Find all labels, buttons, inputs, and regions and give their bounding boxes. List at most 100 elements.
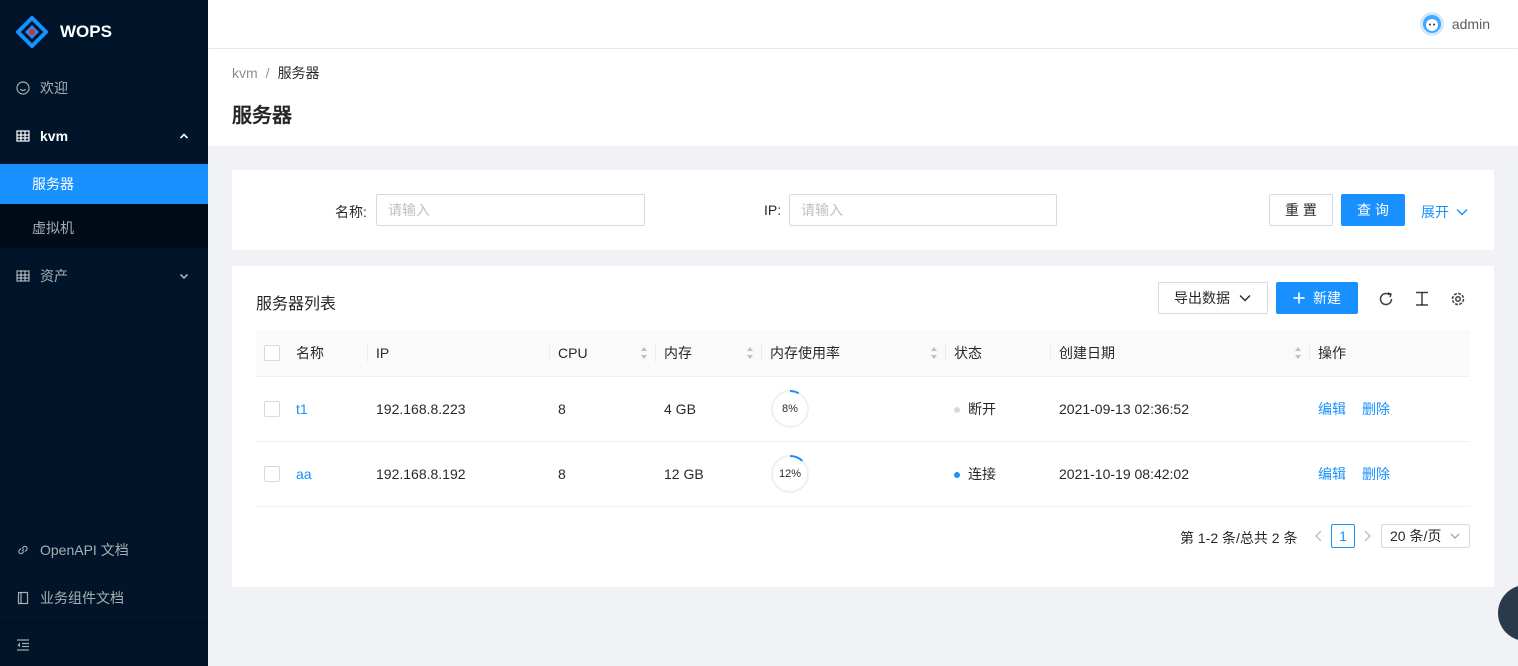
column-height-icon[interactable] [1413,290,1431,308]
sidebar-item-label: 虚拟机 [32,220,74,236]
sidebar-item-server[interactable]: 服务器 [0,164,208,204]
breadcrumb-parent[interactable]: kvm [232,65,258,81]
sidebar-item-label: 服务器 [32,176,74,192]
sort-icon[interactable] [1294,346,1302,360]
expand-toggle[interactable]: 展开 [1421,202,1469,222]
table-row: aa 192.168.8.192 8 12 GB 12% 连接 2021-10-… [256,441,1470,507]
sidebar-item-component-docs[interactable]: 业务组件文档 [0,574,208,622]
ip-cell: 192.168.8.192 [368,441,550,507]
floating-help-button[interactable] [1498,585,1518,641]
new-label: 新建 [1313,290,1341,306]
column-header-mem-usage[interactable]: 内存使用率 [762,330,946,377]
reset-button[interactable]: 重 置 [1269,194,1333,226]
name-field-label: 名称: [335,204,367,220]
ip-cell: 192.168.8.223 [368,376,550,442]
prev-page-icon[interactable] [1314,530,1324,542]
column-header-cpu[interactable]: CPU [550,330,656,377]
server-table: 名称 IP CPU 内存 内存使用率 状态 创建日期 操作 t1 192.168… [256,330,1470,507]
table-icon [16,269,30,283]
sidebar: WOPS 欢迎 kvm 服务器 虚拟机 资产 OpenAPI 文档 业务组件文档 [0,0,208,666]
breadcrumb-separator: / [265,65,270,81]
sidebar-item-welcome[interactable]: 欢迎 [0,64,208,112]
sidebar-item-label: 欢迎 [40,80,68,96]
username[interactable]: admin [1452,16,1490,32]
column-header-memory[interactable]: 内存 [656,330,762,377]
chevron-down-icon [1450,533,1460,539]
row-checkbox[interactable] [264,401,280,418]
mem-usage-progress: 8% [770,389,810,429]
row-checkbox[interactable] [264,466,280,483]
page-number-current[interactable]: 1 [1331,524,1355,548]
export-data-button[interactable]: 导出数据 [1158,282,1268,314]
query-button[interactable]: 查 询 [1341,194,1405,226]
chevron-down-icon [179,273,189,280]
column-header-status: 状态 [946,330,1051,377]
edit-link[interactable]: 编辑 [1318,401,1346,417]
next-page-icon[interactable] [1362,530,1372,542]
server-name-link[interactable]: t1 [296,401,308,417]
logo[interactable]: WOPS [0,0,208,64]
avatar[interactable] [1419,12,1444,36]
sort-icon[interactable] [640,346,648,360]
sort-icon[interactable] [746,346,754,360]
breadcrumb-current: 服务器 [277,65,320,81]
server-name-link[interactable]: aa [296,466,312,482]
setting-icon[interactable] [1449,290,1467,308]
top-header: admin [208,0,1518,48]
page-title: 服务器 [232,105,292,127]
sidebar-item-label: 业务组件文档 [40,590,124,606]
sidebar-item-label: OpenAPI 文档 [40,542,129,558]
plus-icon [1293,292,1305,304]
smile-icon [16,81,30,95]
export-label: 导出数据 [1174,290,1230,306]
created-cell: 2021-10-19 08:42:02 [1051,441,1310,507]
sidebar-item-vm[interactable]: 虚拟机 [0,208,208,248]
column-header-actions: 操作 [1310,330,1470,377]
sort-icon[interactable] [930,346,938,360]
delete-link[interactable]: 删除 [1362,401,1390,417]
cpu-cell: 8 [550,376,656,442]
select-all-cell [256,330,288,377]
reload-icon[interactable] [1377,290,1395,308]
sidebar-item-label: kvm [40,128,69,144]
collapse-sidebar-button[interactable] [0,622,208,666]
edit-link[interactable]: 编辑 [1318,466,1346,482]
expand-label: 展开 [1421,204,1449,220]
new-button[interactable]: 新建 [1276,282,1358,314]
search-form: 名称: IP: 重 置 查 询 展开 [232,170,1494,250]
sidebar-item-assets[interactable]: 资产 [0,252,208,300]
server-table-card: 服务器列表 导出数据 新建 名称 IP CPU 内存 内存使用率 状态 创建日期… [232,266,1494,587]
book-icon [16,591,30,605]
mem-usage-text: 12% [778,467,802,480]
memory-cell: 12 GB [656,441,762,507]
breadcrumb: kvm / 服务器 [232,63,1494,83]
delete-link[interactable]: 删除 [1362,466,1390,482]
status-dot [954,471,960,478]
chevron-down-icon [1456,209,1468,216]
table-header-row: 名称 IP CPU 内存 内存使用率 状态 创建日期 操作 [256,330,1470,377]
sidebar-item-kvm[interactable]: kvm [0,112,208,160]
chevron-down-icon [1239,295,1251,302]
app-name: WOPS [60,22,112,41]
table-icon [16,129,30,143]
status-dot [954,406,960,413]
submenu-kvm: 服务器 虚拟机 [0,164,208,248]
sidebar-bottom: OpenAPI 文档 业务组件文档 [0,526,208,666]
column-header-created[interactable]: 创建日期 [1051,330,1310,377]
memory-cell: 4 GB [656,376,762,442]
mem-usage-progress: 12% [770,454,810,494]
ip-input[interactable] [789,194,1057,226]
page-header: kvm / 服务器 服务器 [208,49,1518,146]
logo-icon [16,16,48,48]
status-text: 连接 [968,465,996,482]
mem-usage-text: 8% [782,402,798,415]
page-size-select[interactable]: 20 条/页 [1381,524,1470,548]
column-header-ip: IP [368,330,550,377]
user-avatar-icon [1422,15,1441,33]
status-text: 断开 [968,400,996,417]
table-title: 服务器列表 [256,296,337,313]
table-row: t1 192.168.8.223 8 4 GB 8% 断开 2021-09-13… [256,376,1470,442]
sidebar-item-openapi[interactable]: OpenAPI 文档 [0,526,208,574]
select-all-checkbox[interactable] [264,345,280,362]
name-input[interactable] [376,194,645,226]
